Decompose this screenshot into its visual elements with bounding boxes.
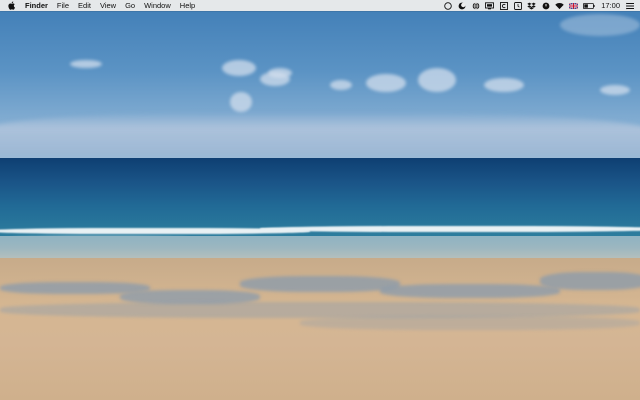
half-moon-icon[interactable] — [457, 1, 466, 10]
menu-list-icon[interactable] — [626, 1, 635, 10]
globe-icon[interactable] — [471, 1, 480, 10]
apple-logo-icon[interactable] — [7, 1, 16, 10]
menu-help[interactable]: Help — [180, 0, 195, 11]
menu-file[interactable]: File — [57, 0, 69, 11]
menu-window[interactable]: Window — [144, 0, 171, 11]
uk-flag-icon[interactable] — [569, 1, 579, 10]
circle-icon[interactable] — [443, 1, 452, 10]
timemachine-icon[interactable] — [541, 1, 550, 10]
wifi-icon[interactable] — [555, 1, 564, 10]
timer-icon[interactable] — [513, 1, 522, 10]
menu-app-finder[interactable]: Finder — [25, 0, 48, 11]
display-icon[interactable] — [485, 1, 495, 10]
menu-go[interactable]: Go — [125, 0, 135, 11]
square-c-icon[interactable] — [499, 1, 508, 10]
wallpaper-shoreline — [0, 236, 640, 258]
menu-edit[interactable]: Edit — [78, 0, 91, 11]
menu-bar: Finder File Edit View Go Window Help 17:… — [0, 0, 640, 11]
wallpaper-cloudbank — [0, 112, 640, 154]
menu-view[interactable]: View — [100, 0, 116, 11]
dropbox-icon[interactable] — [527, 1, 536, 10]
menu-clock[interactable]: 17:00 — [601, 0, 620, 11]
desktop-wallpaper — [0, 0, 640, 400]
battery-icon[interactable] — [583, 1, 595, 10]
